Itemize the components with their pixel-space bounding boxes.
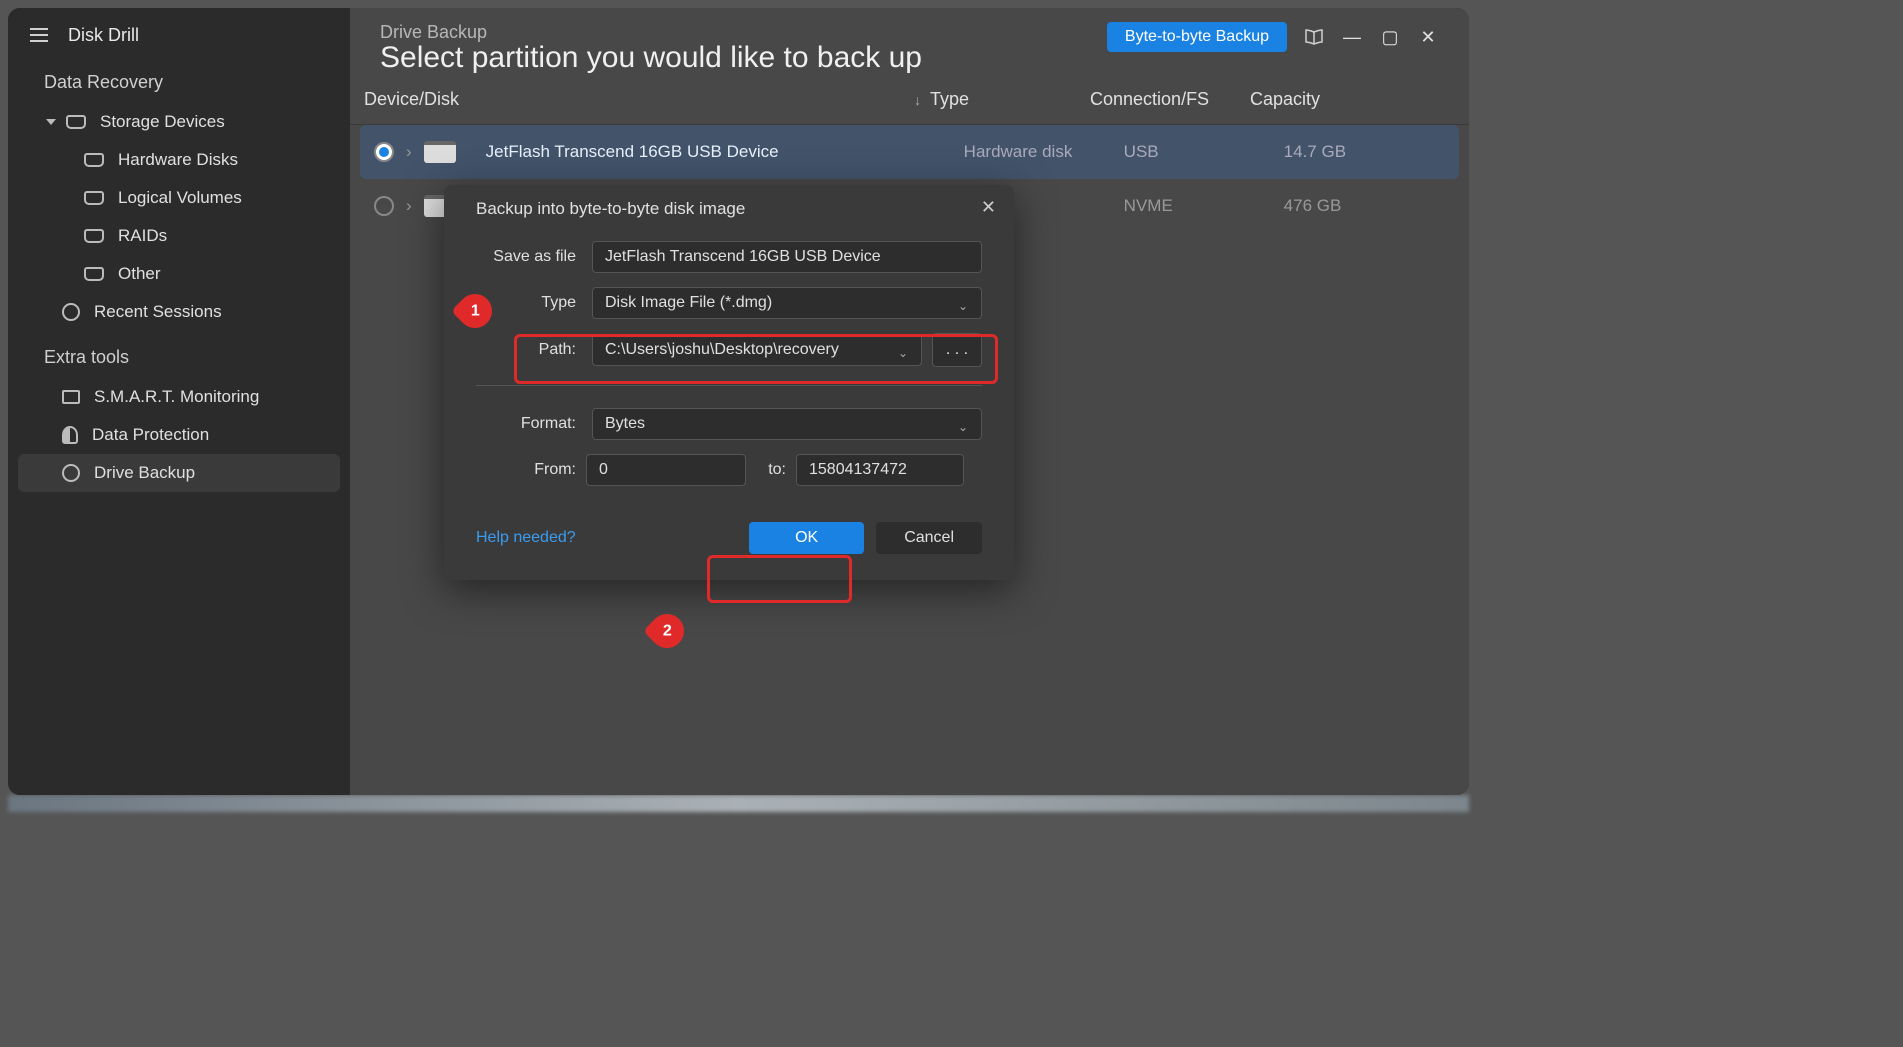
drive-icon <box>84 229 104 243</box>
sidebar: Disk Drill Data Recovery Storage Devices… <box>8 8 350 795</box>
sidebar-item-label: Hardware Disks <box>118 150 238 170</box>
row-type: Hardware disk <box>964 142 1124 162</box>
sidebar-item-raids[interactable]: RAIDs <box>8 217 350 255</box>
topbar-left: Disk Drill <box>8 14 350 56</box>
sidebar-item-storage[interactable]: Storage Devices <box>8 103 350 141</box>
row-conn: NVME <box>1124 196 1284 216</box>
backup-dialog: Backup into byte-to-byte disk image ✕ Sa… <box>444 185 1014 580</box>
main-header: Drive Backup Select partition you would … <box>350 8 1469 75</box>
format-select[interactable]: Bytes <box>592 408 982 440</box>
sidebar-item-label: Logical Volumes <box>118 188 242 208</box>
table-header: Device/Disk ↓ Type Connection/FS Capacit… <box>350 75 1469 125</box>
sidebar-item-logical[interactable]: Logical Volumes <box>8 179 350 217</box>
close-icon[interactable]: ✕ <box>981 197 996 218</box>
divider <box>476 385 982 386</box>
sidebar-item-label: Drive Backup <box>94 463 195 483</box>
to-label: to: <box>756 461 786 479</box>
help-link[interactable]: Help needed? <box>476 529 576 547</box>
path-select[interactable]: C:\Users\joshu\Desktop\recovery <box>592 334 922 366</box>
sidebar-section-recovery: Data Recovery <box>8 56 350 103</box>
dialog-title: Backup into byte-to-byte disk image <box>476 199 982 219</box>
sidebar-item-recent[interactable]: Recent Sessions <box>8 293 350 331</box>
drive-icon <box>84 267 104 281</box>
maximize-icon[interactable]: ▢ <box>1379 27 1401 48</box>
sidebar-item-smart[interactable]: S.M.A.R.T. Monitoring <box>8 378 350 416</box>
col-cap[interactable]: Capacity <box>1250 89 1447 110</box>
sidebar-item-label: Storage Devices <box>100 112 225 132</box>
table-row[interactable]: › JetFlash Transcend 16GB USB Device Har… <box>360 125 1459 179</box>
sort-arrow-icon: ↓ <box>914 92 921 108</box>
sidebar-item-label: Data Protection <box>92 425 209 445</box>
breadcrumb: Drive Backup <box>380 22 922 43</box>
sidebar-item-dataprotection[interactable]: Data Protection <box>8 416 350 454</box>
ok-button[interactable]: OK <box>749 522 864 554</box>
sidebar-item-label: Other <box>118 264 161 284</box>
close-icon[interactable]: ✕ <box>1417 27 1439 48</box>
sidebar-item-hardware[interactable]: Hardware Disks <box>8 141 350 179</box>
row-conn: USB <box>1124 142 1284 162</box>
col-conn[interactable]: Connection/FS <box>1090 89 1250 110</box>
app-title: Disk Drill <box>68 25 139 46</box>
chevron-down-icon <box>46 119 56 125</box>
background-blur <box>8 795 1469 812</box>
minimize-icon[interactable]: — <box>1341 27 1363 48</box>
row-device: JetFlash Transcend 16GB USB Device <box>472 142 964 162</box>
save-as-label: Save as file <box>476 248 576 266</box>
page-title: Select partition you would like to back … <box>380 41 922 75</box>
save-as-input[interactable] <box>592 241 982 273</box>
radio-icon[interactable] <box>374 196 394 216</box>
drive-icon <box>84 191 104 205</box>
shield-icon <box>62 426 78 444</box>
from-input[interactable] <box>586 454 746 486</box>
col-device[interactable]: Device/Disk ↓ <box>350 89 930 110</box>
chevron-right-icon[interactable]: › <box>406 196 412 216</box>
gear-icon <box>62 303 80 321</box>
from-label: From: <box>476 461 576 479</box>
drive-icon <box>424 141 456 163</box>
cancel-button[interactable]: Cancel <box>876 522 982 554</box>
radio-icon[interactable] <box>374 142 394 162</box>
menu-icon[interactable] <box>30 28 48 42</box>
type-select[interactable]: Disk Image File (*.dmg) <box>592 287 982 319</box>
book-icon[interactable] <box>1303 28 1325 46</box>
row-cap: 476 GB <box>1284 196 1437 216</box>
monitor-icon <box>62 390 80 404</box>
drive-icon <box>66 115 86 129</box>
browse-button[interactable]: . . . <box>932 333 982 367</box>
sidebar-item-label: Recent Sessions <box>94 302 222 322</box>
col-type[interactable]: Type <box>930 89 1090 110</box>
format-label: Format: <box>476 415 576 433</box>
clock-icon <box>62 464 80 482</box>
sidebar-section-extra: Extra tools <box>8 331 350 378</box>
sidebar-item-label: RAIDs <box>118 226 167 246</box>
drive-icon <box>84 153 104 167</box>
row-cap: 14.7 GB <box>1284 142 1437 162</box>
sidebar-item-label: S.M.A.R.T. Monitoring <box>94 387 259 407</box>
sidebar-item-other[interactable]: Other <box>8 255 350 293</box>
path-label: Path: <box>476 341 576 359</box>
to-input[interactable] <box>796 454 964 486</box>
chevron-right-icon[interactable]: › <box>406 142 412 162</box>
byte-to-byte-button[interactable]: Byte-to-byte Backup <box>1107 22 1287 52</box>
sidebar-item-drivebackup[interactable]: Drive Backup <box>18 454 340 492</box>
